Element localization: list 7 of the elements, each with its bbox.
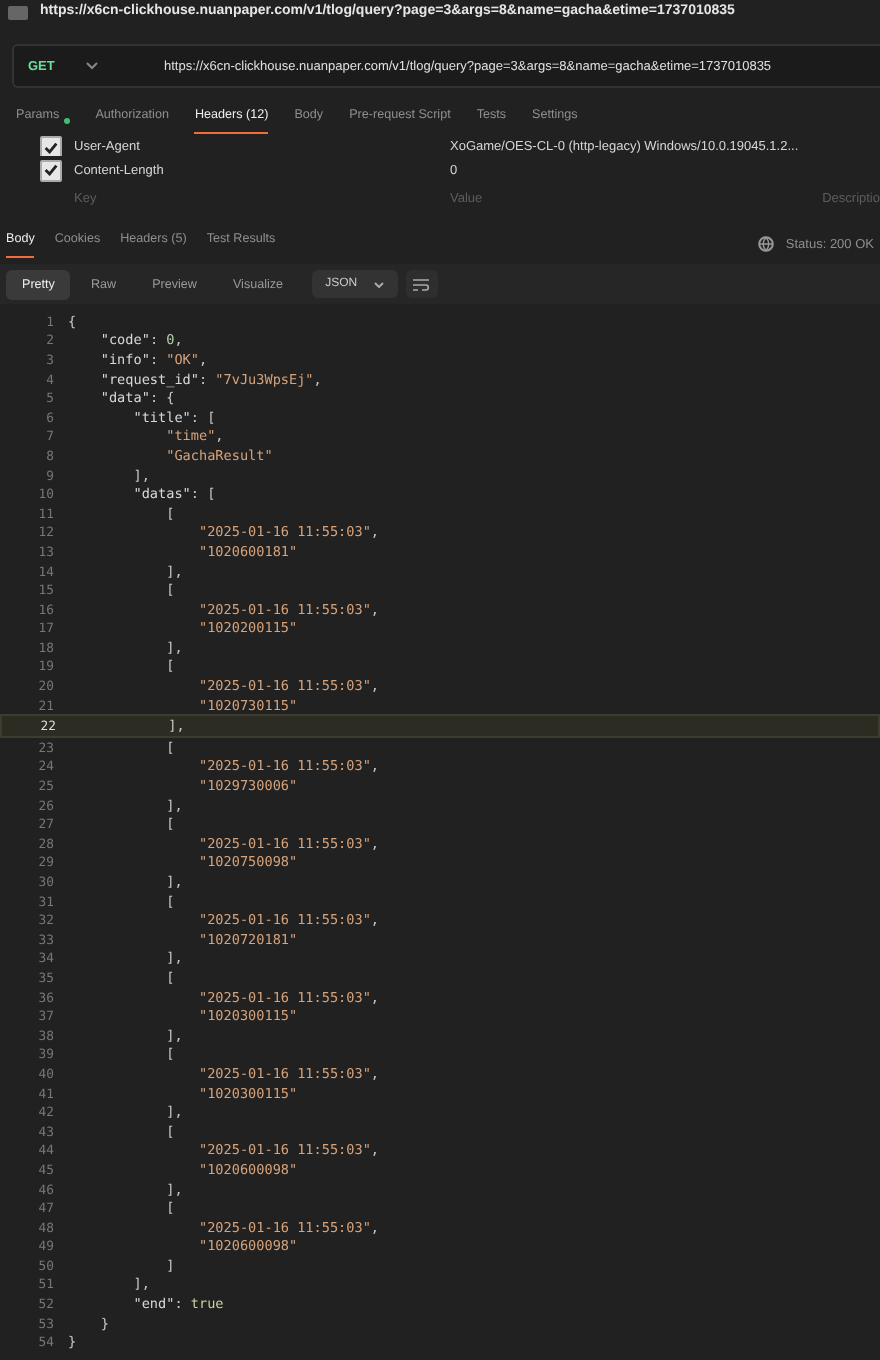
chevron-icon xyxy=(373,281,384,287)
header-checkbox[interactable] xyxy=(40,136,62,156)
header-checkbox[interactable] xyxy=(40,159,62,181)
chevron-icon xyxy=(86,62,99,70)
wrap-icon xyxy=(412,277,431,291)
globe-icon xyxy=(757,236,774,252)
wrap-lines-button[interactable] xyxy=(405,270,438,298)
